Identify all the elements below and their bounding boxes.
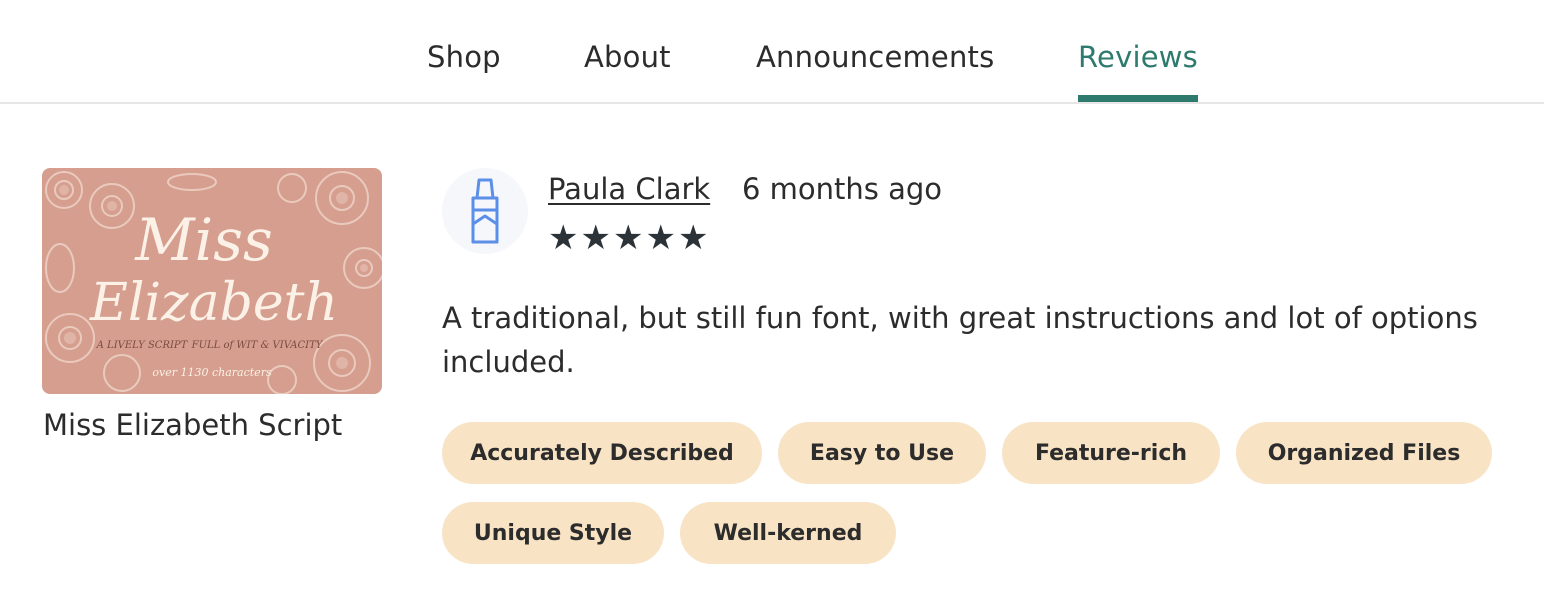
cover-title-line1: Miss	[134, 206, 272, 274]
cover-tagline-right: FULL of WIT & VIVACITY	[191, 340, 324, 351]
tab-reviews[interactable]: Reviews	[1078, 40, 1198, 102]
tag-well-kerned[interactable]: Well-kerned	[680, 502, 896, 564]
reviewer-avatar[interactable]	[442, 168, 528, 254]
star-icon: ★	[580, 218, 611, 258]
tag-easy-to-use[interactable]: Easy to Use	[778, 422, 986, 484]
reviewer-name-link[interactable]: Paula Clark	[548, 172, 710, 206]
tag-feature-rich[interactable]: Feature-rich	[1002, 422, 1220, 484]
star-rating: ★ ★ ★ ★ ★	[548, 220, 708, 256]
review-text: A traditional, but still fun font, with …	[442, 301, 1478, 379]
tab-shop[interactable]: Shop	[427, 40, 501, 102]
shop-nav-tabs: Shop About Announcements Reviews	[0, 0, 1544, 104]
cover-title-line2: Elizabeth	[89, 273, 338, 333]
review-date: 6 months ago	[742, 172, 943, 206]
star-icon: ★	[548, 218, 579, 258]
product-name-link[interactable]: Miss Elizabeth Script	[43, 408, 342, 442]
tag-organized-files[interactable]: Organized Files	[1236, 422, 1492, 484]
star-icon: ★	[645, 218, 676, 258]
tab-announcements[interactable]: Announcements	[756, 40, 994, 102]
product-thumbnail[interactable]: Miss Elizabeth A LIVELY SCRIPT FULL of W…	[42, 168, 382, 394]
product-cover-image: Miss Elizabeth A LIVELY SCRIPT FULL of W…	[42, 168, 382, 394]
tag-accurately-described[interactable]: Accurately Described	[442, 422, 762, 484]
cover-tagline-left: A LIVELY SCRIPT	[96, 340, 189, 351]
tab-about[interactable]: About	[584, 40, 671, 102]
cover-footer: over 1130 characters	[152, 366, 272, 379]
star-icon: ★	[612, 218, 644, 258]
tag-unique-style[interactable]: Unique Style	[442, 502, 664, 564]
crayon-icon	[471, 178, 499, 244]
star-icon: ★	[677, 218, 709, 258]
